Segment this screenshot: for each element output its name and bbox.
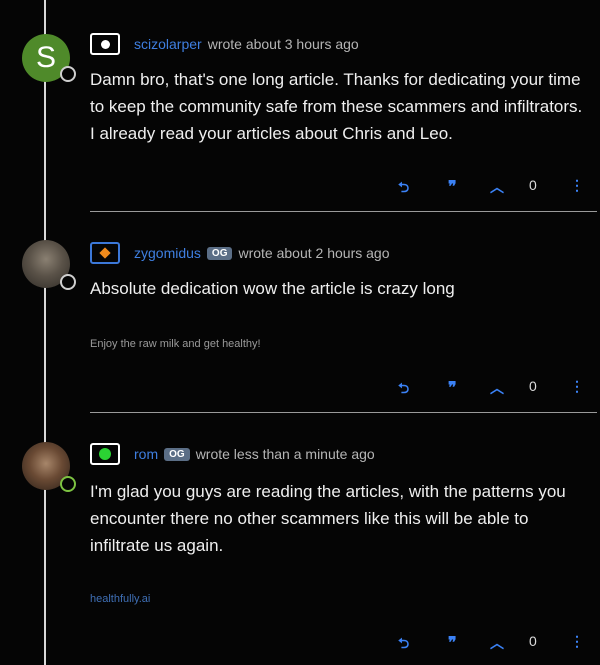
chevron-up-icon[interactable]: ︿	[490, 177, 504, 197]
post-content: I'm glad you guys are reading the articl…	[90, 482, 566, 555]
user-signature: Enjoy the raw milk and get healthy!	[90, 338, 261, 350]
post-actions: ⮌ ❞ ︿ 0 ⋮	[398, 378, 588, 398]
status-indicator	[60, 66, 76, 82]
divider	[90, 412, 597, 413]
chevron-up-icon[interactable]: ︿	[490, 378, 504, 398]
status-indicator	[60, 274, 76, 290]
quote-icon[interactable]: ❞	[448, 633, 457, 652]
post-timestamp[interactable]: wrote about 3 hours ago	[208, 36, 359, 52]
post-actions: ⮌ ❞ ︿ 0 ⋮	[398, 177, 588, 197]
vote-count: 0	[529, 633, 537, 649]
quote-icon[interactable]: ❞	[448, 177, 457, 196]
more-vertical-icon[interactable]: ⋮	[570, 378, 584, 395]
more-vertical-icon[interactable]: ⋮	[570, 177, 584, 194]
og-badge: OG	[206, 246, 233, 260]
post-meta: zygomidus OG wrote about 2 hours ago	[134, 245, 389, 261]
vote-count: 0	[529, 378, 537, 394]
post-timestamp[interactable]: wrote less than a minute ago	[196, 446, 375, 462]
username-link[interactable]: scizolarper	[134, 36, 202, 52]
post-meta: rom OG wrote less than a minute ago	[134, 446, 375, 462]
post-timestamp[interactable]: wrote about 2 hours ago	[238, 245, 389, 261]
quote-icon[interactable]: ❞	[448, 378, 457, 397]
og-badge: OG	[164, 447, 190, 461]
status-indicator	[60, 476, 76, 492]
diamond-icon	[99, 247, 111, 259]
chevron-up-icon[interactable]: ︿	[490, 633, 504, 653]
post-content: Absolute dedication wow the article is c…	[90, 279, 455, 298]
circle-icon	[99, 448, 111, 460]
reply-icon[interactable]: ⮌	[398, 378, 409, 402]
circle-icon	[100, 39, 110, 49]
vote-count: 0	[529, 177, 537, 193]
post-actions: ⮌ ❞ ︿ 0 ⋮	[398, 633, 588, 653]
signature-link[interactable]: healthfully.ai	[90, 593, 150, 605]
avatar-letter: S	[35, 41, 56, 74]
reply-icon[interactable]: ⮌	[398, 633, 409, 657]
thread-timeline	[44, 0, 46, 665]
divider	[90, 211, 597, 212]
post-meta: scizolarper wrote about 3 hours ago	[134, 36, 359, 52]
more-vertical-icon[interactable]: ⋮	[570, 633, 584, 650]
username-link[interactable]: zygomidus	[134, 245, 201, 261]
user-badge	[90, 33, 120, 55]
user-badge	[90, 443, 120, 465]
user-badge	[90, 242, 120, 264]
username-link[interactable]: rom	[134, 446, 158, 462]
post-content: Damn bro, that's one long article. Thank…	[90, 70, 583, 143]
reply-icon[interactable]: ⮌	[398, 177, 409, 201]
